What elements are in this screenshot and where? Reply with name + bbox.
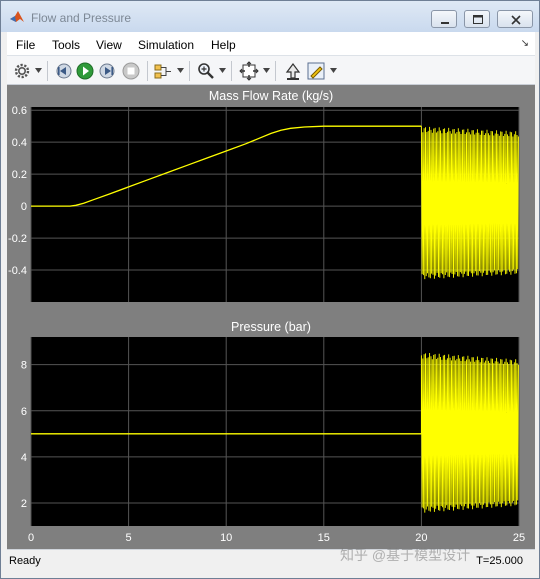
minimize-button[interactable]	[431, 10, 457, 28]
signal-dropdown-icon[interactable]	[177, 68, 184, 73]
scope-window: Flow and Pressure File Tools View Simula…	[0, 0, 540, 579]
toolbar-separator	[275, 61, 276, 81]
y-tick-label: 0.6	[12, 105, 27, 117]
plot-area-flow[interactable]: -0.4 -0.2 0 0.2 0.4 0.6	[8, 105, 520, 302]
step-forward-icon[interactable]	[98, 61, 118, 81]
bring-to-front-icon[interactable]	[283, 61, 303, 81]
x-tick-label: 10	[220, 532, 232, 544]
plot-area-pressure[interactable]: 2 4 6 8 0 5 10 15 20 25	[21, 337, 525, 544]
watermark-text: 知乎 @基于模型设计	[340, 547, 471, 563]
y-tick-label: -0.2	[8, 233, 27, 245]
fit-dropdown-icon[interactable]	[263, 68, 270, 73]
y-tick-label: 2	[21, 498, 27, 510]
minimize-icon	[441, 22, 449, 24]
flow-plot: -0.4 -0.2 0 0.2 0.4 0.6	[8, 105, 520, 302]
toolbar-separator	[147, 61, 148, 81]
zoom-dropdown-icon[interactable]	[219, 68, 226, 73]
status-text: Ready	[9, 555, 41, 567]
menu-overflow-icon[interactable]: ↘	[521, 38, 529, 49]
x-tick-label: 15	[318, 532, 330, 544]
x-tick-label: 25	[513, 532, 525, 544]
scope-panel: Mass Flow Rate (kg/s) -0.4 -0.2 0 0.2 0.4 0.6…	[7, 85, 535, 549]
pressure-plot: 2 4 6 8 0 5 10 15 20 25	[21, 337, 525, 544]
close-button[interactable]	[497, 10, 533, 28]
toolbar-separator	[189, 61, 190, 81]
run-icon[interactable]	[75, 61, 95, 81]
gear-dropdown-icon[interactable]	[35, 68, 42, 73]
title-bar[interactable]: Flow and Pressure	[1, 1, 539, 32]
y-tick-label: -0.4	[8, 265, 27, 277]
y-tick-label: 0	[21, 201, 27, 213]
menu-simulation[interactable]: Simulation	[138, 38, 194, 52]
x-tick-label: 5	[126, 532, 132, 544]
stop-icon[interactable]	[121, 61, 141, 81]
plot-title-flow: Mass Flow Rate (kg/s)	[208, 89, 334, 103]
toolbar-separator	[47, 61, 48, 81]
y-tick-label: 0.2	[12, 169, 27, 181]
menu-view[interactable]: View	[96, 38, 122, 52]
y-tick-label: 4	[21, 452, 27, 464]
y-tick-label: 6	[21, 406, 27, 418]
toolbar-separator	[231, 61, 232, 81]
menu-bar: File Tools View Simulation Help ↘	[7, 32, 535, 56]
plot-title-pressure: Pressure (bar)	[231, 320, 311, 334]
step-back-icon[interactable]	[53, 61, 73, 81]
series-oscillation	[420, 352, 519, 513]
close-icon	[511, 15, 521, 25]
gear-icon[interactable]	[12, 61, 32, 81]
fit-icon[interactable]	[239, 61, 259, 81]
maximize-icon	[473, 15, 483, 24]
series-oscillation	[420, 126, 519, 280]
highlight-dropdown-icon[interactable]	[330, 68, 337, 73]
window-title: Flow and Pressure	[31, 11, 132, 25]
matlab-logo-icon	[10, 11, 24, 22]
zoom-icon[interactable]	[196, 61, 216, 81]
menu-file[interactable]: File	[16, 38, 35, 52]
x-tick-label: 0	[28, 532, 34, 544]
signal-select-icon[interactable]	[153, 61, 173, 81]
menu-tools[interactable]: Tools	[52, 38, 80, 52]
y-tick-label: 8	[21, 360, 27, 372]
simulation-time: T=25.000	[476, 555, 523, 567]
maximize-button[interactable]	[464, 10, 490, 28]
x-tick-label: 20	[415, 532, 427, 544]
menu-help[interactable]: Help	[211, 38, 236, 52]
y-tick-label: 0.4	[12, 137, 27, 149]
toolbar	[7, 56, 535, 85]
highlight-icon[interactable]	[306, 61, 326, 81]
